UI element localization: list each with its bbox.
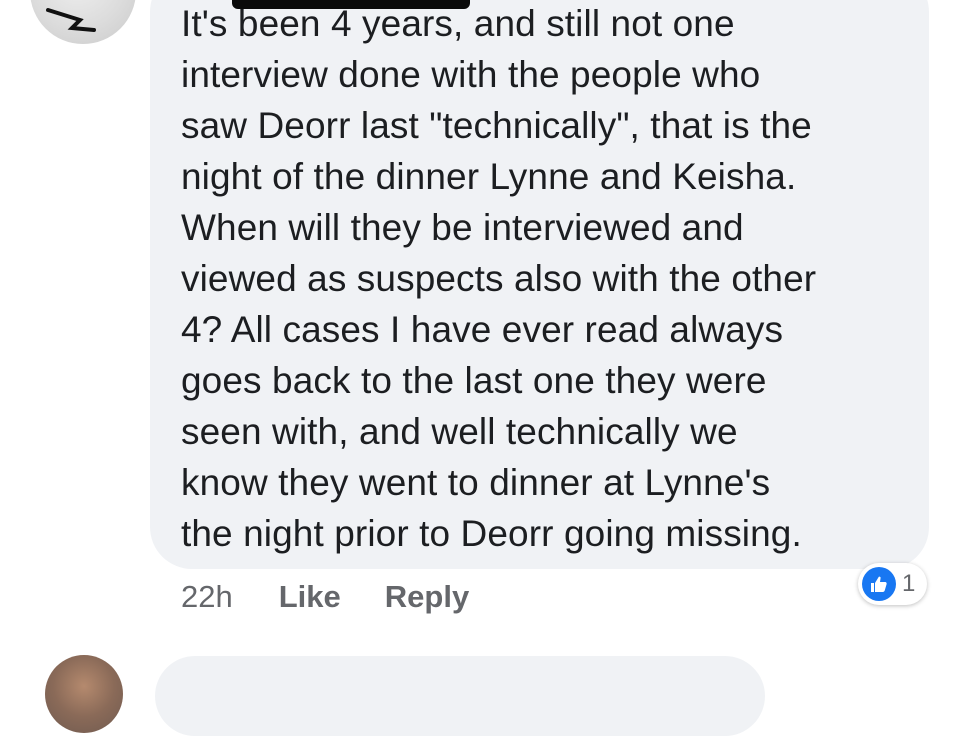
thumbs-up-icon [862,567,896,601]
reply-button[interactable]: Reply [385,579,469,615]
reaction-count: 1 [902,570,916,597]
comment-text: It's been 4 years, and still not one int… [181,3,817,554]
next-commenter-avatar[interactable] [45,655,123,733]
reaction-summary[interactable]: 1 [858,563,928,605]
comment-timestamp[interactable]: 22h [181,579,233,615]
avatar-image [46,8,96,32]
comment-actions: 22h Like Reply [181,577,469,617]
like-button[interactable]: Like [279,579,341,615]
next-comment-bubble [155,656,765,736]
commenter-avatar[interactable] [30,0,136,44]
